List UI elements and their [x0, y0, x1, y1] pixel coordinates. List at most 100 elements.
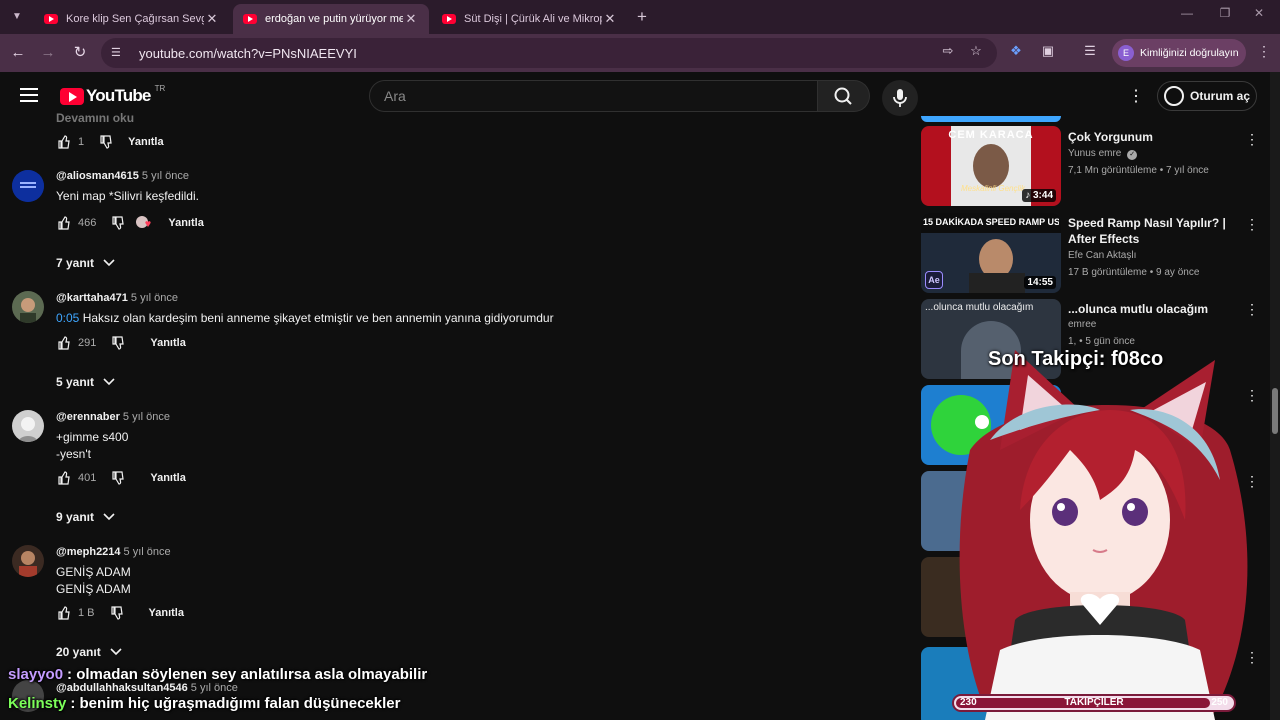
chat-text: : olmadan söylenen sey anlatılırsa asla … — [67, 666, 428, 683]
new-tab-button[interactable]: + — [632, 7, 652, 27]
tab-close-icon[interactable]: ✕ — [403, 11, 419, 27]
chat-username: Kelinsty — [8, 695, 67, 712]
hamburger-menu-icon[interactable] — [20, 88, 38, 102]
dislike-icon[interactable] — [109, 606, 125, 620]
scrollbar-thumb[interactable] — [1272, 388, 1278, 434]
comment-author[interactable]: @karttaha471 — [56, 292, 128, 304]
comment-text: GENİŞ ADAM — [56, 565, 131, 579]
search-input[interactable]: Ara — [369, 80, 818, 112]
avatar[interactable] — [12, 170, 44, 202]
comment-author[interactable]: @abdullahhaksultan4546 — [56, 682, 188, 694]
latest-follower-banner: Son Takipçi: f08co — [988, 348, 1164, 370]
video-title[interactable]: Speed Ramp Nasıl Yapılır? | After Effect… — [1068, 215, 1228, 247]
chat-message: slayyo0: olmadan söylenen sey anlatılırs… — [8, 666, 427, 683]
settings-menu-icon[interactable]: ⋮ — [1128, 86, 1144, 106]
follower-goal-target: 250 — [1211, 697, 1228, 708]
bookmark-star-icon[interactable]: ☆ — [966, 43, 986, 59]
minimize-icon[interactable]: — — [1172, 6, 1202, 20]
like-icon[interactable] — [56, 135, 72, 149]
site-settings-icon[interactable]: ☰ — [111, 46, 127, 60]
extension-icon[interactable]: ❖ — [1006, 43, 1026, 59]
reply-button[interactable]: Yanıtla — [128, 136, 163, 148]
chevron-down-icon — [110, 648, 122, 656]
youtube-logo[interactable]: YouTube TR — [60, 84, 165, 106]
timestamp-link[interactable]: 0:05 — [56, 311, 79, 325]
voice-search-button[interactable] — [882, 80, 918, 116]
reply-button[interactable]: Yanıtla — [149, 607, 184, 619]
like-icon[interactable] — [56, 606, 72, 620]
dislike-icon[interactable] — [110, 216, 126, 230]
address-bar[interactable]: ☰ youtube.com/watch?v=PNsNIAEEVYI — [101, 38, 997, 68]
browser-tab[interactable]: Kore klip Sen Çağırsan Sevgilim ✕ — [34, 4, 230, 34]
chat-username: slayyo0 — [8, 666, 64, 683]
search-placeholder: Ara — [384, 88, 406, 104]
like-icon[interactable] — [56, 216, 72, 230]
replies-count: 9 yanıt — [56, 510, 95, 524]
logo-wordmark: YouTube — [86, 86, 151, 105]
forward-arrow-icon[interactable]: → — [38, 43, 58, 63]
sign-in-button[interactable]: Oturum aç — [1157, 81, 1257, 111]
video-title[interactable]: ...olunca mutlu olacağım — [1068, 301, 1228, 317]
search-icon — [834, 87, 852, 105]
dislike-icon[interactable] — [110, 336, 126, 350]
microphone-icon — [893, 89, 907, 107]
comment-time[interactable]: 5 yıl önce — [142, 170, 189, 182]
replies-toggle[interactable]: 7 yanıt — [56, 256, 116, 270]
chat-message: Kelinsty: benim hiç uğraşmadığımı falan … — [8, 695, 400, 712]
comment-author[interactable]: @erennaber — [56, 411, 120, 423]
thumbnail-subtitle: Meskalinli Gençlik — [961, 184, 1026, 193]
browser-tab[interactable]: Süt Dişi | Çürük Ali ve Mikrop Ne ✕ — [432, 4, 628, 34]
tab-search-chevron-icon[interactable]: ▼ — [8, 8, 26, 26]
search-button[interactable] — [818, 80, 870, 112]
replies-count: 20 yanıt — [56, 645, 101, 659]
tab-close-icon[interactable]: ✕ — [602, 11, 618, 27]
replies-toggle[interactable]: 5 yanıt — [56, 375, 116, 389]
sign-in-label: Oturum aç — [1190, 89, 1251, 103]
channel-name[interactable]: Yunus emre ✓ — [1068, 148, 1138, 160]
reply-button[interactable]: Yanıtla — [150, 472, 185, 484]
channel-name[interactable]: emree — [1068, 319, 1096, 330]
maximize-icon[interactable]: ❐ — [1210, 6, 1240, 20]
back-arrow-icon[interactable]: ← — [8, 43, 28, 63]
dislike-icon[interactable] — [98, 135, 114, 149]
like-icon[interactable] — [56, 336, 72, 350]
comment-time[interactable]: 5 yıl önce — [124, 546, 171, 558]
replies-toggle[interactable]: 20 yanıt — [56, 645, 123, 659]
read-more-link[interactable]: Devamını oku — [56, 111, 134, 125]
reply-button[interactable]: Yanıtla — [150, 337, 185, 349]
extensions-puzzle-icon[interactable]: ▣ — [1038, 43, 1058, 59]
reply-button[interactable]: Yanıtla — [168, 217, 203, 229]
comment-author[interactable]: @meph2214 — [56, 546, 121, 558]
media-control-icon[interactable]: ☰ — [1080, 43, 1100, 59]
more-actions-icon[interactable]: ⋮ — [1245, 216, 1259, 233]
comment-time[interactable]: 5 yıl önce — [131, 292, 178, 304]
browser-tab-active[interactable]: erdoğan ve putin yürüyor mem ✕ — [233, 4, 429, 34]
avatar[interactable] — [12, 410, 44, 442]
replies-toggle[interactable]: 9 yanıt — [56, 510, 116, 524]
tab-close-icon[interactable]: ✕ — [204, 11, 220, 27]
comment-time[interactable]: 5 yıl önce — [191, 682, 238, 694]
identity-button[interactable]: E Kimliğinizi doğrulayın — [1112, 39, 1246, 67]
comment-time[interactable]: 5 yıl önce — [123, 411, 170, 423]
channel-name[interactable]: Efe Can Aktaşlı — [1068, 250, 1136, 261]
comment-author[interactable]: @aliosman4615 — [56, 170, 139, 182]
install-app-icon[interactable]: ⇨ — [938, 43, 958, 59]
chevron-down-icon — [103, 259, 115, 267]
video-thumbnail[interactable]: CEM KARACA Meskalinli Gençlik ♪ 3:44 — [921, 126, 1061, 206]
video-duration: ♪ 3:44 — [1022, 189, 1056, 202]
like-count: 466 — [78, 217, 97, 229]
avatar[interactable] — [12, 545, 44, 577]
browser-menu-icon[interactable]: ⋮ — [1257, 43, 1271, 60]
video-title[interactable]: Çok Yorgunum — [1068, 129, 1228, 145]
more-actions-icon[interactable]: ⋮ — [1245, 131, 1259, 148]
comment-actions: 466 Yanıtla — [56, 215, 204, 231]
dislike-icon[interactable] — [110, 471, 126, 485]
window-close-icon[interactable]: ✕ — [1244, 6, 1274, 20]
music-note-icon: ♪ — [1025, 190, 1033, 201]
reload-icon[interactable]: ↻ — [70, 43, 90, 63]
comment-actions: 1 B Yanıtla — [56, 606, 184, 620]
like-icon[interactable] — [56, 471, 72, 485]
video-thumbnail[interactable]: 15 DAKİKADA SPEED RAMP USTASI OL! Ae 14:… — [921, 213, 1061, 293]
more-actions-icon[interactable]: ⋮ — [1245, 301, 1259, 318]
avatar[interactable] — [12, 291, 44, 323]
